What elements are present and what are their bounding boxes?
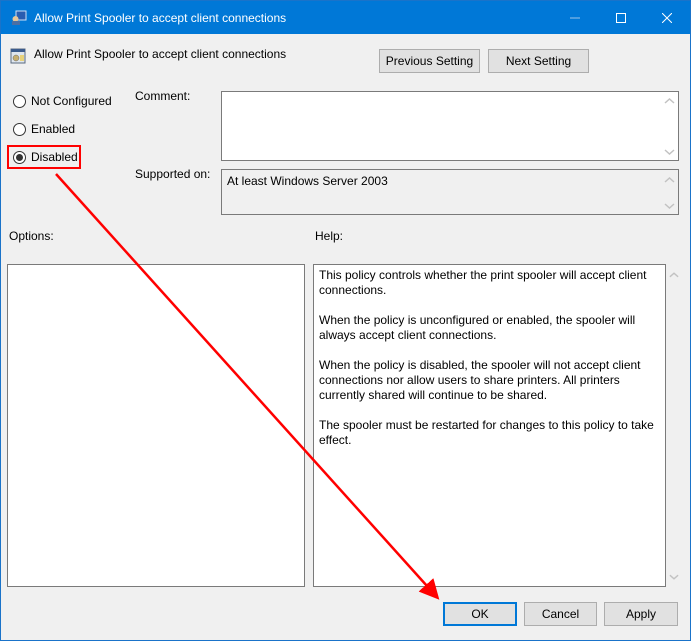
help-scrollbar[interactable] <box>667 264 681 587</box>
apply-button[interactable]: Apply <box>604 602 678 626</box>
comment-textarea[interactable] <box>221 91 679 161</box>
cancel-button[interactable]: Cancel <box>524 602 597 626</box>
help-panel: This policy controls whether the print s… <box>313 264 666 587</box>
close-icon <box>662 12 672 23</box>
supported-on-value: At least Windows Server 2003 <box>227 174 388 188</box>
help-paragraph: When the policy is disabled, the spooler… <box>319 358 641 402</box>
options-panel <box>7 264 305 587</box>
radio-not-configured[interactable]: Not Configured <box>13 94 112 108</box>
maximize-button[interactable] <box>598 1 644 34</box>
scroll-up-icon[interactable] <box>664 176 675 184</box>
policy-setting-icon <box>10 48 26 64</box>
policy-title: Allow Print Spooler to accept client con… <box>34 47 287 61</box>
minimize-icon <box>570 17 580 18</box>
radio-label: Enabled <box>31 122 76 136</box>
previous-setting-button[interactable]: Previous Setting <box>379 49 480 73</box>
radio-circle[interactable] <box>13 94 26 108</box>
help-paragraph: The spooler must be restarted for change… <box>319 418 654 447</box>
group-policy-app-icon <box>12 10 27 25</box>
scroll-up-icon[interactable] <box>669 271 679 279</box>
scroll-down-icon[interactable] <box>664 148 675 156</box>
window-title: Allow Print Spooler to accept client con… <box>34 11 287 25</box>
minimize-button[interactable] <box>552 1 598 34</box>
next-setting-button[interactable]: Next Setting <box>488 49 589 73</box>
scroll-down-icon[interactable] <box>669 573 679 581</box>
scroll-down-icon[interactable] <box>664 202 675 210</box>
policy-dialog-window: Allow Print Spooler to accept client con… <box>0 0 691 641</box>
radio-enabled[interactable]: Enabled <box>13 122 75 136</box>
supported-on-label: Supported on: <box>135 167 211 181</box>
radio-label: Not Configured <box>31 94 112 108</box>
radio-circle[interactable] <box>13 122 26 136</box>
help-paragraph: When the policy is unconfigured or enabl… <box>319 313 636 342</box>
annotation-highlight-box <box>7 145 81 169</box>
ok-button[interactable]: OK <box>443 602 517 626</box>
help-paragraph: This policy controls whether the print s… <box>319 268 647 297</box>
title-bar[interactable]: Allow Print Spooler to accept client con… <box>1 1 690 34</box>
supported-on-field: At least Windows Server 2003 <box>221 169 679 215</box>
scroll-up-icon[interactable] <box>664 97 675 105</box>
options-label: Options: <box>9 229 54 243</box>
maximize-icon <box>616 12 626 23</box>
comment-label: Comment: <box>135 89 191 103</box>
help-label: Help: <box>315 229 344 243</box>
close-button[interactable] <box>644 1 690 34</box>
